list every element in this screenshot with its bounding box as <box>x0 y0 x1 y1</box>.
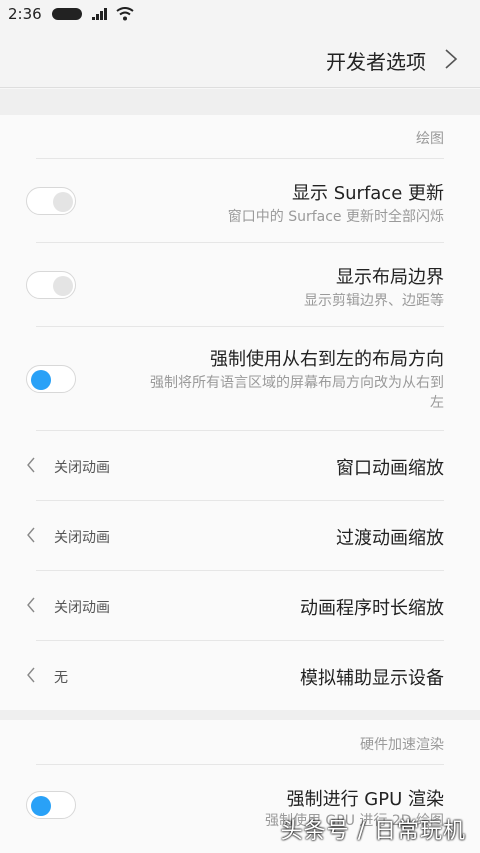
show-layout-bounds-row[interactable]: 显示布局边界 显示剪辑边界、边距等 <box>0 243 480 326</box>
row-title: 显示 Surface 更新 <box>291 183 444 204</box>
row-subtitle: 显示剪辑边界、边距等 <box>304 293 444 309</box>
section-gap <box>0 710 480 720</box>
row-title: 显示布局边界 <box>336 267 444 288</box>
drawing-section: 绘图 显示 Surface 更新 窗口中的 Surface 更新时全部闪烁 显示… <box>0 115 480 710</box>
section-gap <box>0 89 480 115</box>
row-subtitle: 窗口中的 Surface 更新时全部闪烁 <box>227 209 444 225</box>
force-rtl-toggle[interactable] <box>26 365 76 393</box>
row-value: 关闭动画 <box>54 460 110 476</box>
watermark: 头条号 / 日常玩机 <box>280 819 466 844</box>
show-layout-bounds-toggle[interactable] <box>26 271 76 299</box>
transition-animation-scale-row[interactable]: 关闭动画 过渡动画缩放 <box>0 501 480 570</box>
row-title: 过渡动画缩放 <box>336 528 444 549</box>
animator-duration-scale-row[interactable]: 关闭动画 动画程序时长缩放 <box>0 571 480 640</box>
row-title: 动画程序时长缩放 <box>300 598 444 619</box>
row-value: 关闭动画 <box>54 600 110 616</box>
show-surface-updates-row[interactable]: 显示 Surface 更新 窗口中的 Surface 更新时全部闪烁 <box>0 159 480 242</box>
window-animation-scale-row[interactable]: 关闭动画 窗口动画缩放 <box>0 431 480 500</box>
page-title: 开发者选项 <box>326 50 426 74</box>
chevron-left-icon <box>27 667 35 683</box>
status-bar: 2:36 <box>0 0 480 28</box>
show-surface-updates-toggle[interactable] <box>26 187 76 215</box>
chevron-left-icon <box>27 597 35 613</box>
battery-icon <box>51 8 82 20</box>
row-title: 模拟辅助显示设备 <box>300 668 444 689</box>
simulate-secondary-display-row[interactable]: 无 模拟辅助显示设备 <box>0 641 480 710</box>
signal-icon <box>91 8 107 20</box>
row-title: 窗口动画缩放 <box>336 458 444 479</box>
row-value: 无 <box>54 670 68 686</box>
row-title: 强制使用从右到左的布局方向 <box>210 349 444 370</box>
row-title: 强制进行 GPU 渲染 <box>286 789 444 810</box>
top-bar: 开发者选项 <box>0 28 480 88</box>
row-subtitle-cont: 左 <box>430 395 444 411</box>
row-subtitle: 强制将所有语言区域的屏幕布局方向改为从右到 <box>150 375 444 391</box>
chevron-left-icon <box>27 457 35 473</box>
force-rtl-row[interactable]: 强制使用从右到左的布局方向 强制将所有语言区域的屏幕布局方向改为从右到 左 <box>0 327 480 430</box>
toggle-knob <box>53 276 73 296</box>
toggle-knob <box>31 796 51 816</box>
section-label-hardware: 硬件加速渲染 <box>360 737 444 753</box>
force-gpu-rendering-toggle[interactable] <box>26 791 76 819</box>
status-time: 2:36 <box>8 5 42 23</box>
wifi-icon <box>116 7 134 21</box>
section-label-drawing: 绘图 <box>416 131 444 147</box>
chevron-left-icon <box>27 527 35 543</box>
chevron-right-icon[interactable] <box>444 48 458 70</box>
toggle-knob <box>53 192 73 212</box>
row-value: 关闭动画 <box>54 530 110 546</box>
toggle-knob <box>31 370 51 390</box>
